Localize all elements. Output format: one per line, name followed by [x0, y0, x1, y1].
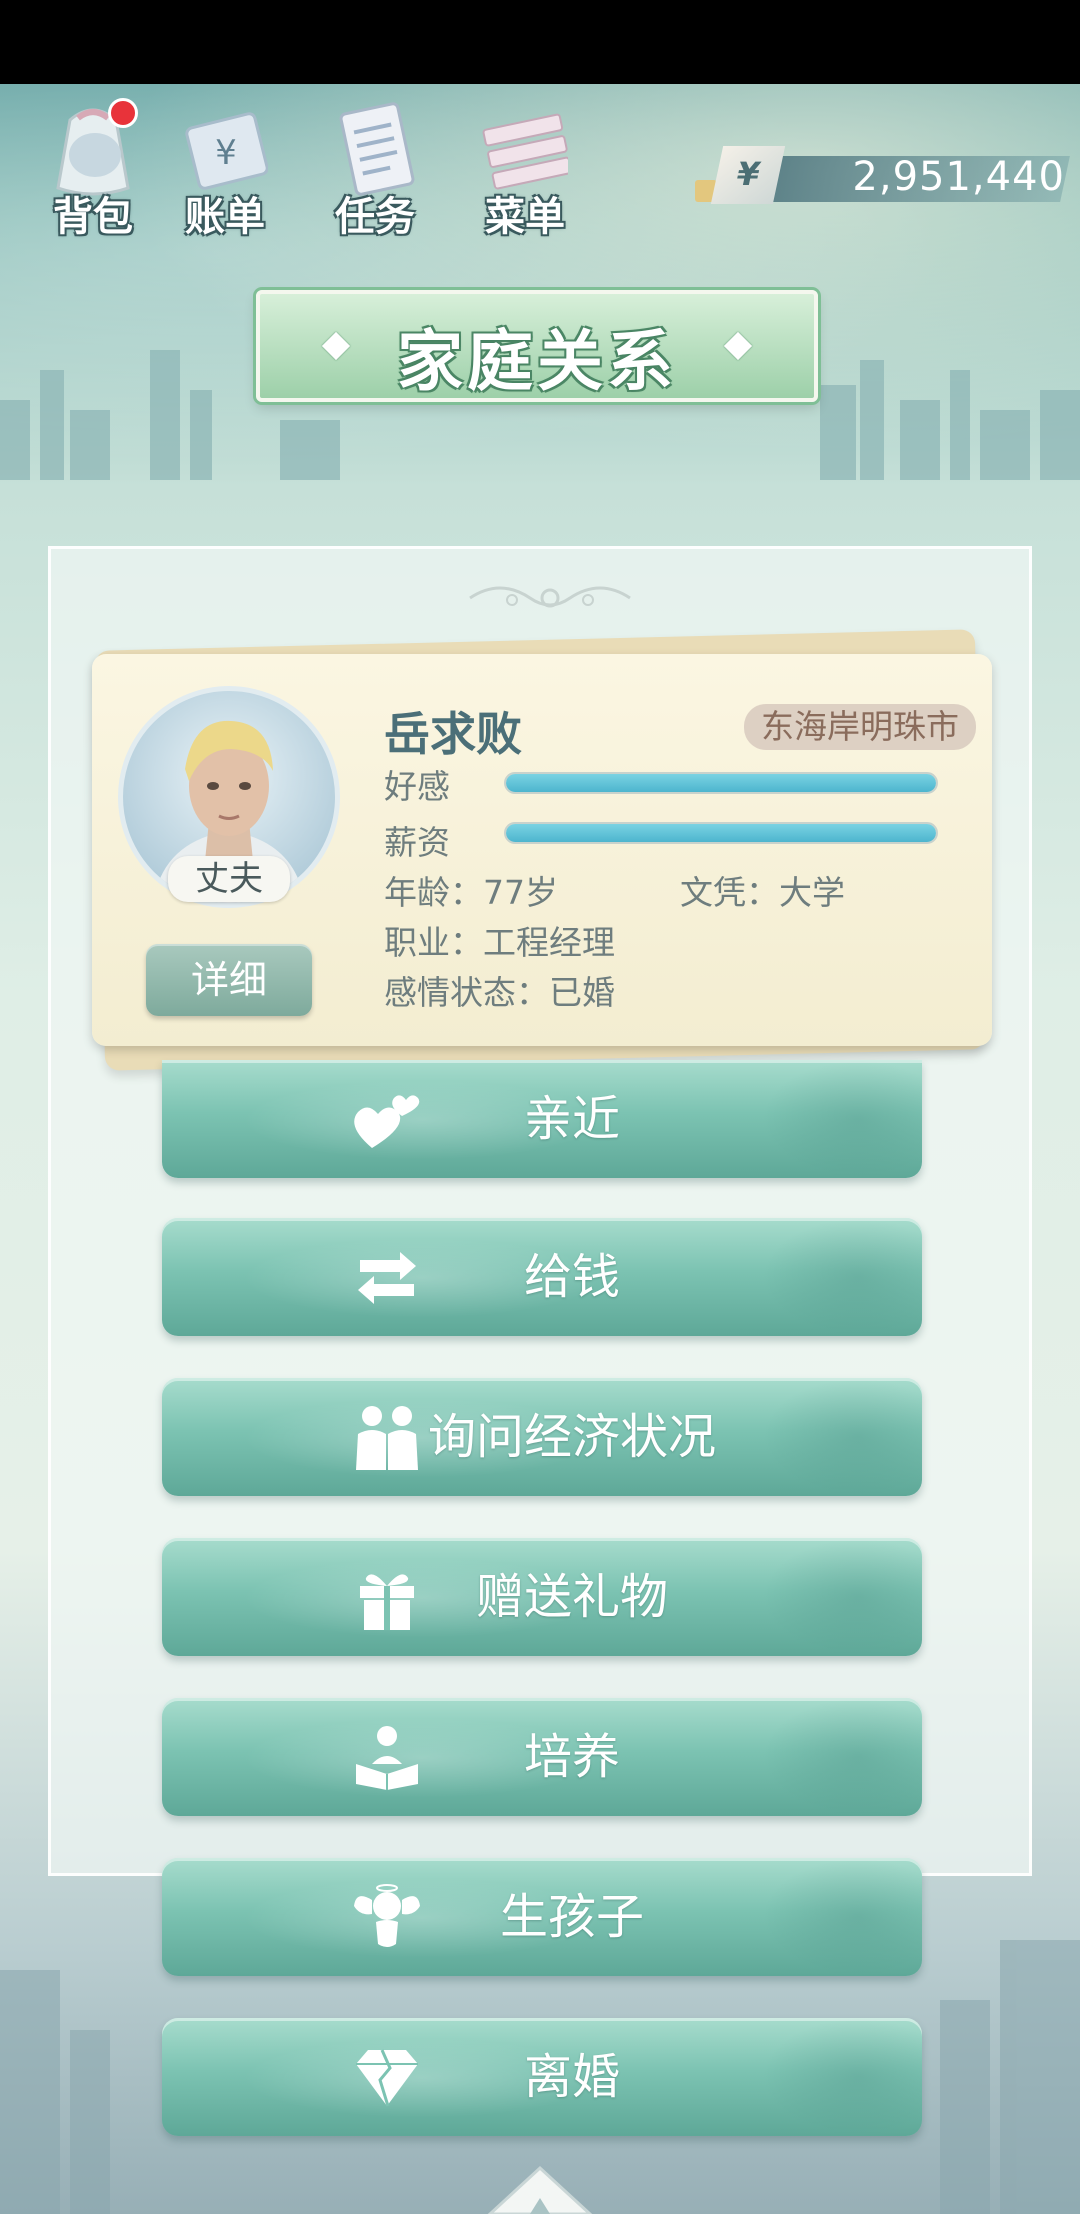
job-text: 职业：工程经理	[384, 923, 615, 962]
action-ask-finance-button[interactable]: 询问经济状况	[162, 1378, 922, 1496]
role-tag: 丈夫	[168, 856, 290, 902]
topbar-menu-label: 菜单	[485, 194, 565, 240]
salary-bar-fill	[506, 824, 936, 842]
page-title: 家庭关系	[397, 323, 677, 400]
detail-button[interactable]: 详细	[146, 944, 312, 1016]
topbar-backpack-button[interactable]: 背包	[28, 98, 158, 240]
scroll-up-arrow-icon[interactable]	[480, 2162, 600, 2214]
svg-text:¥: ¥	[215, 133, 237, 173]
page-title-banner: 家庭关系	[256, 290, 818, 402]
location-badge: 东海岸明珠市	[744, 704, 976, 750]
action-nurture-button[interactable]: 培养	[162, 1698, 922, 1816]
topbar-task-button[interactable]: 任务	[310, 100, 440, 240]
relationship-status-text: 感情状态：已婚	[384, 973, 615, 1012]
salary-label: 薪资	[384, 823, 450, 862]
topbar-bill-label: 账单	[185, 194, 265, 240]
ornament-icon	[469, 586, 631, 608]
topbar-backpack-label: 背包	[53, 194, 133, 240]
action-label: 培养	[523, 1729, 620, 1785]
affection-bar	[504, 772, 938, 794]
person-name: 岳求败	[384, 707, 522, 761]
status-bar	[0, 0, 1080, 84]
topbar-task-label: 任务	[335, 194, 415, 240]
salary-bar	[504, 822, 938, 844]
affection-label: 好感	[384, 767, 450, 806]
action-give-gift-button[interactable]: 赠送礼物	[162, 1538, 922, 1656]
action-label: 亲近	[523, 1091, 620, 1147]
action-intimate-button[interactable]: 亲近	[162, 1060, 922, 1178]
money-display: ¥ 2,951,440	[695, 146, 1070, 206]
age-text: 年龄：77岁	[384, 873, 558, 912]
education-text: 文凭：大学	[680, 873, 845, 912]
action-label: 给钱	[523, 1249, 620, 1305]
topbar-menu-button[interactable]: 菜单	[460, 100, 590, 240]
notification-dot	[108, 98, 138, 128]
action-label: 询问经济状况	[427, 1409, 716, 1465]
money-value: 2,951,440	[852, 154, 1065, 200]
action-label: 赠送礼物	[475, 1569, 668, 1625]
topbar-bill-button[interactable]: ¥ 账单	[160, 100, 290, 240]
action-give-money-button[interactable]: 给钱	[162, 1218, 922, 1336]
affection-bar-fill	[506, 774, 936, 792]
currency-icon: ¥	[710, 146, 786, 204]
